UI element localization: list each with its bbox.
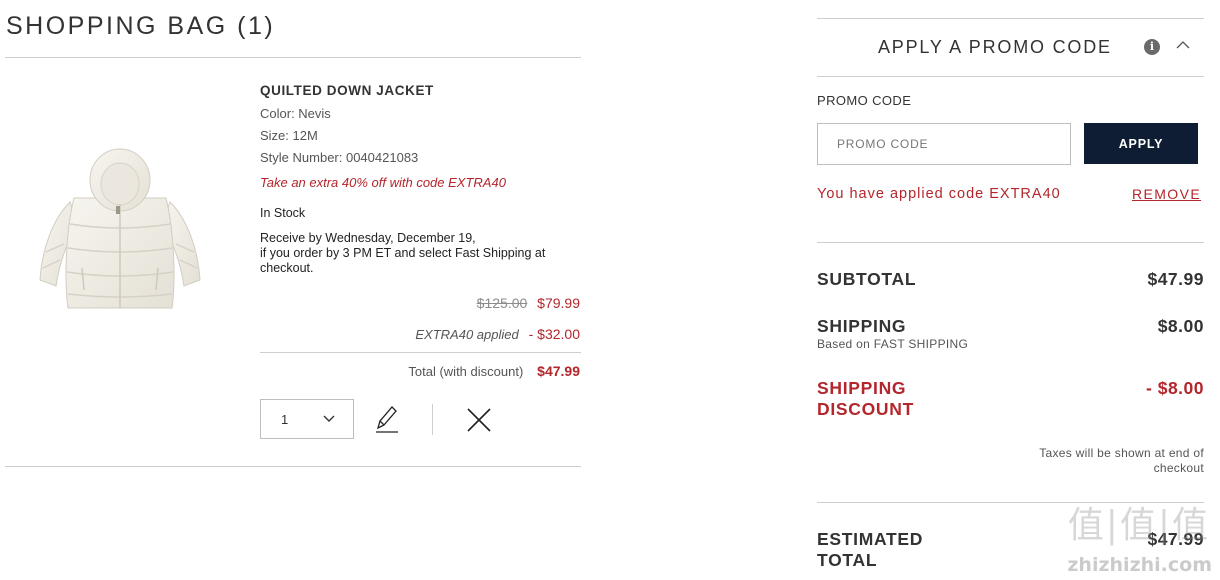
close-icon [467, 408, 491, 432]
watermark-logo: 值|值|值 [1067, 505, 1210, 546]
item-total-value: $47.99 [537, 363, 580, 379]
remove-promo-link[interactable]: REMOVE [1132, 186, 1201, 202]
divider [817, 76, 1204, 77]
item-total-row: Total (with discount) $47.99 [408, 363, 580, 379]
product-size: Size: 12M [260, 128, 318, 143]
original-price: $125.00 [476, 295, 528, 311]
sale-price: $79.99 [537, 295, 580, 311]
divider [260, 352, 581, 353]
label-line: DISCOUNT [817, 399, 914, 419]
product-color: Color: Nevis [260, 106, 331, 121]
apply-promo-button[interactable]: APPLY [1084, 123, 1198, 164]
quantity-select[interactable]: 1 [260, 399, 354, 439]
promo-section-toggle[interactable]: APPLY A PROMO CODE [878, 37, 1112, 58]
pencil-icon [376, 406, 398, 433]
delivery-line: Receive by Wednesday, December 19, [260, 231, 476, 245]
page-title: SHOPPING BAG (1) [6, 12, 276, 40]
discount-row: EXTRA40 applied - $32.00 [415, 326, 580, 342]
promo-code-input[interactable] [817, 123, 1071, 165]
promo-applied-message: You have applied code EXTRA40 [817, 186, 1061, 202]
label-line: SHIPPING [817, 378, 907, 398]
divider [5, 57, 581, 58]
delivery-estimate: Receive by Wednesday, December 19, if yo… [260, 231, 545, 276]
delivery-line: checkout. [260, 261, 314, 275]
shipping-method: Based on FAST SHIPPING [817, 337, 969, 351]
subtotal-value: $47.99 [1147, 269, 1204, 289]
tax-note: Taxes will be shown at end of checkout [1004, 446, 1204, 476]
info-icon[interactable]: i [1144, 39, 1160, 55]
label-line: TOTAL [817, 550, 878, 570]
divider [432, 404, 433, 435]
tax-note-line: checkout [1153, 461, 1204, 475]
item-total-label: Total (with discount) [408, 364, 524, 379]
watermark-text: zhizhizhi.com [1067, 554, 1212, 576]
remove-item-button[interactable] [465, 406, 493, 434]
divider [5, 466, 581, 467]
divider [817, 242, 1204, 243]
promo-note: Take an extra 40% off with code EXTRA40 [260, 175, 506, 190]
product-name[interactable]: QUILTED DOWN JACKET [260, 83, 434, 98]
divider [817, 18, 1204, 19]
chevron-down-icon [323, 415, 335, 422]
label-line: ESTIMATED [817, 529, 924, 549]
shipping-value: $8.00 [1157, 316, 1204, 336]
chevron-up-icon[interactable] [1176, 40, 1190, 50]
discount-amount: - $32.00 [528, 326, 580, 342]
edit-button[interactable] [372, 403, 402, 435]
product-image[interactable] [32, 140, 208, 322]
subtotal-label: SUBTOTAL [817, 269, 917, 289]
quantity-value: 1 [281, 412, 289, 427]
shipping-discount-value: - $8.00 [1146, 378, 1204, 398]
discount-label: EXTRA40 applied [415, 327, 519, 342]
shipping-discount-label: SHIPPING DISCOUNT [817, 378, 914, 420]
estimated-total-label: ESTIMATED TOTAL [817, 529, 923, 571]
stock-status: In Stock [260, 206, 306, 220]
promo-field-label: PROMO CODE [817, 93, 912, 108]
delivery-line: if you order by 3 PM ET and select Fast … [260, 246, 546, 260]
price-row: $125.00 $79.99 [477, 295, 580, 311]
tax-note-line: Taxes will be shown at end of [1039, 446, 1204, 460]
shipping-label: SHIPPING [817, 316, 907, 336]
product-style-number: Style Number: 0040421083 [260, 150, 419, 165]
